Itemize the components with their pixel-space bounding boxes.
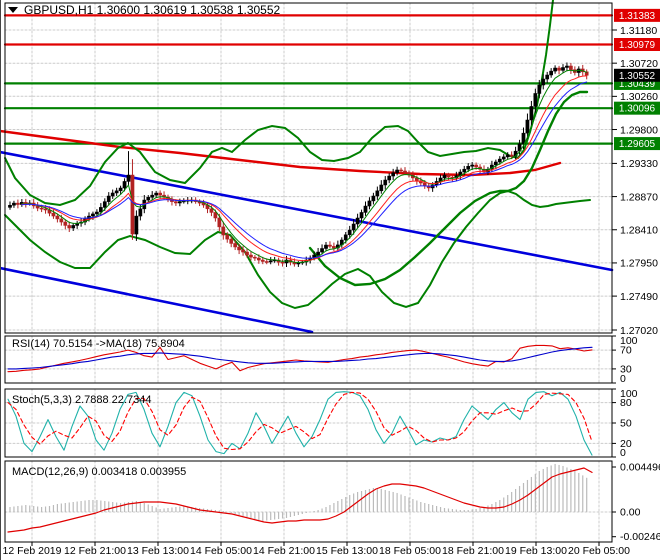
price-badge-label: 1.30552 [619, 71, 656, 82]
chart-window: 1.31180 1.30720 1.30260 1.29800 1.29330 1.288… [0, 0, 660, 560]
price-badge-label: 1.30096 [619, 104, 656, 115]
price-tick: 1.28870 [620, 191, 658, 203]
time-tick: 20 Feb 05:00 [568, 545, 630, 557]
scale-tick: -0.002468 [620, 531, 660, 543]
price-badge-label: 1.29605 [619, 139, 656, 150]
time-tick: 14 Feb 21:00 [253, 545, 315, 557]
price-tick: 1.30720 [620, 58, 658, 70]
stoch-label: Stoch(5,3,3) 2.7888 22.7344 [12, 394, 151, 406]
price-tick: 1.27950 [620, 258, 658, 270]
time-tick: 12 Feb 21:00 [64, 545, 126, 557]
time-tick: 13 Feb 13:00 [127, 545, 189, 557]
time-tick: 12 Feb 2019 [3, 545, 62, 557]
chart-title-ohlc: GBPUSD,H1 1.30600 1.30619 1.30538 1.3055… [24, 3, 281, 17]
rsi-ma-line [7, 346, 593, 370]
sub-panels [7, 344, 593, 533]
chart-canvas[interactable]: 1.31180 1.30720 1.30260 1.29800 1.29330 1.288… [0, 0, 660, 560]
price-tick: 1.30260 [620, 91, 658, 103]
trendline-channel-lower[interactable] [0, 266, 314, 334]
price-tick: 1.29800 [620, 124, 658, 136]
support-resistance-lines[interactable] [3, 14, 614, 145]
symbol-dropdown-icon[interactable] [8, 7, 18, 13]
rsi-label: RSI(14) 70.5154 ->MA(18) 75.8904 [12, 338, 185, 350]
trendline-channel-upper[interactable] [0, 150, 614, 272]
scale-tick: 50 [620, 418, 632, 430]
time-tick: 14 Feb 05:00 [190, 545, 252, 557]
scale-tick: 70 [620, 345, 632, 357]
time-tick: 15 Feb 13:00 [316, 545, 378, 557]
scale-tick: 80 [620, 397, 632, 409]
time-tick: 19 Feb 13:00 [505, 545, 567, 557]
price-tick: 1.31180 [620, 25, 657, 37]
scale-tick: 0.004496 [620, 461, 660, 473]
time-tick: 18 Feb 21:00 [442, 545, 504, 557]
price-tick: 1.29330 [620, 158, 658, 170]
time-axis[interactable]: 12 Feb 2019 12 Feb 21:00 13 Feb 13:00 14 Fe… [3, 542, 631, 557]
scale-tick: 0.00 [620, 507, 641, 519]
price-axis[interactable]: 1.31180 1.30720 1.30260 1.29800 1.29330 1.288… [612, 8, 660, 543]
scale-tick: 0 [620, 373, 626, 385]
price-tick: 1.27490 [620, 291, 658, 303]
scale-tick: 0 [620, 447, 626, 459]
macd-label: MACD(12,26,9) 0.003418 0.003955 [12, 466, 186, 478]
time-tick: 18 Feb 05:00 [379, 545, 441, 557]
price-badge-label: 1.30979 [619, 40, 656, 51]
price-tick: 1.28410 [620, 225, 658, 237]
price-badge-label: 1.31383 [619, 11, 656, 22]
